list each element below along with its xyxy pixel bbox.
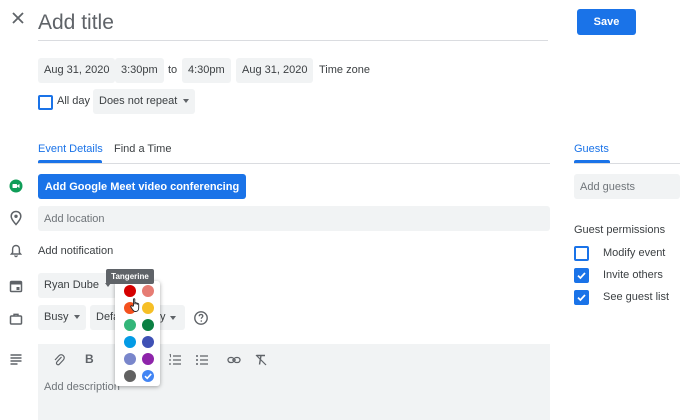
color-swatch[interactable] — [142, 319, 154, 331]
add-meet-button[interactable]: Add Google Meet video conferencing — [38, 174, 246, 199]
color-swatch[interactable] — [142, 285, 154, 297]
notes-icon — [8, 351, 24, 367]
help-icon — [194, 311, 208, 325]
repeat-dropdown[interactable]: Does not repeat — [93, 89, 196, 114]
guest-permissions-title: Guest permissions — [574, 224, 666, 236]
briefcase-icon — [8, 311, 24, 327]
color-tooltip: Tangerine — [106, 269, 154, 284]
hand-cursor-icon — [129, 297, 143, 313]
close-icon — [12, 12, 24, 24]
timezone-button[interactable]: Time zone — [319, 58, 370, 83]
close-button[interactable] — [8, 8, 30, 30]
clear-formatting-icon — [255, 354, 267, 366]
description-placeholder: Add description — [44, 381, 120, 393]
to-label: to — [168, 64, 178, 76]
see-guest-list-checkbox[interactable] — [574, 290, 589, 305]
availability-dropdown[interactable]: Busy — [38, 305, 87, 330]
see-guest-list-label: See guest list — [603, 291, 670, 303]
availability-label: Busy — [44, 311, 69, 323]
start-time-chip[interactable]: 3:30pm — [115, 58, 164, 83]
chevron-down-icon — [170, 316, 176, 320]
color-swatch[interactable] — [124, 336, 136, 348]
help-button[interactable] — [193, 310, 209, 326]
bulleted-list-icon — [196, 355, 208, 365]
check-icon — [577, 294, 586, 302]
color-swatch[interactable] — [124, 370, 136, 382]
chevron-down-icon — [183, 99, 190, 104]
color-swatch[interactable] — [124, 285, 136, 297]
guests-tab[interactable]: Guests — [574, 141, 609, 157]
paperclip-icon — [54, 354, 65, 366]
guests-divider — [574, 163, 680, 164]
start-date-chip[interactable]: Aug 31, 2020 — [38, 58, 116, 83]
attach-button[interactable] — [52, 353, 66, 367]
location-input[interactable] — [38, 206, 550, 231]
end-date-chip[interactable]: Aug 31, 2020 — [236, 58, 314, 83]
numbered-list-button[interactable] — [168, 353, 182, 367]
link-button[interactable] — [227, 353, 241, 367]
invite-others-label: Invite others — [603, 269, 663, 281]
all-day-checkbox[interactable] — [38, 95, 53, 110]
repeat-label: Does not repeat — [99, 95, 178, 107]
color-swatch[interactable] — [124, 353, 136, 365]
all-day-label: All day — [57, 95, 91, 107]
color-swatch[interactable] — [142, 370, 154, 382]
visibility-label-tail: y — [160, 311, 166, 323]
tab-event-details[interactable]: Event Details — [38, 141, 103, 157]
color-swatch[interactable] — [142, 336, 154, 348]
color-swatch[interactable] — [124, 319, 136, 331]
bulleted-list-button[interactable] — [195, 353, 209, 367]
chevron-down-icon — [74, 315, 81, 320]
color-swatch[interactable] — [142, 353, 154, 365]
invite-others-checkbox[interactable] — [574, 268, 589, 283]
bell-icon — [8, 243, 24, 259]
check-icon — [144, 373, 152, 380]
bold-button[interactable]: B — [85, 352, 94, 366]
calendar-icon — [8, 278, 24, 294]
tab-find-a-time[interactable]: Find a Time — [114, 141, 171, 157]
color-swatch[interactable] — [142, 302, 154, 314]
check-icon — [577, 272, 586, 280]
modify-event-checkbox[interactable] — [574, 246, 589, 261]
modify-event-label: Modify event — [603, 247, 666, 259]
numbered-list-icon — [169, 353, 181, 365]
location-pin-icon — [8, 210, 24, 226]
link-icon — [227, 356, 241, 364]
end-time-chip[interactable]: 4:30pm — [182, 58, 231, 83]
add-guests-input[interactable] — [574, 174, 680, 199]
title-input[interactable] — [38, 6, 548, 41]
video-camera-icon — [8, 178, 24, 194]
save-button[interactable]: Save — [577, 9, 636, 35]
add-notification-button[interactable]: Add notification — [38, 239, 113, 264]
clear-formatting-button[interactable] — [254, 353, 268, 367]
tabs-divider — [38, 163, 550, 164]
calendar-owner-label: Ryan Dube — [44, 279, 100, 291]
